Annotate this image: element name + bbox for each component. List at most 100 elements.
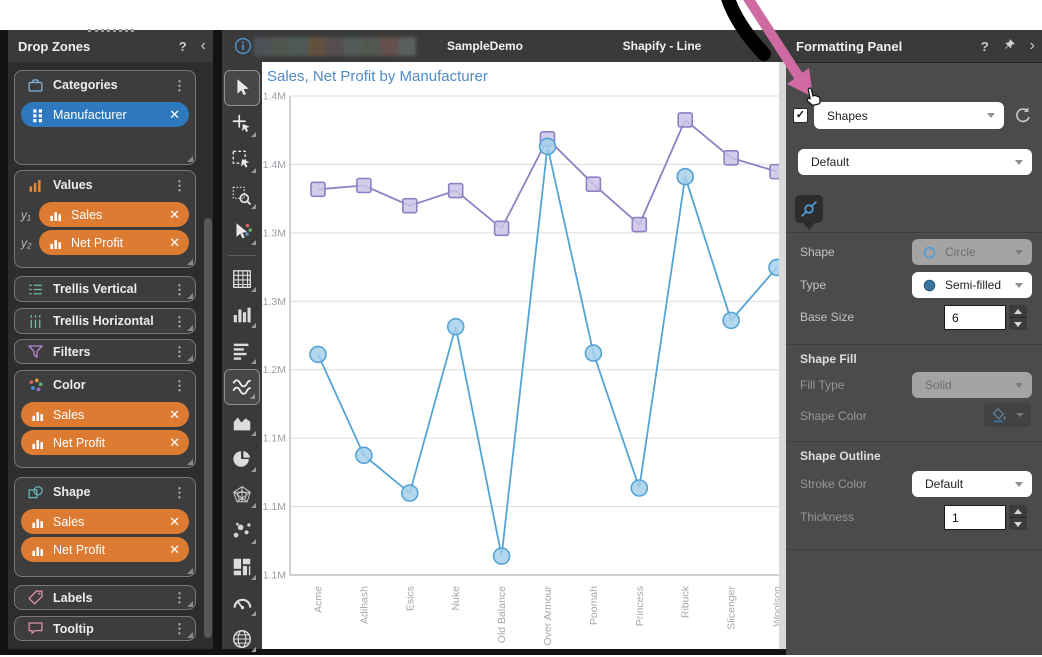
collapse-panel-icon[interactable]: ‹ <box>194 37 213 55</box>
fill-type-label: Fill Type <box>800 378 844 392</box>
remove-icon[interactable]: ✕ <box>165 107 180 123</box>
data-point[interactable] <box>311 182 325 196</box>
type-dropdown[interactable]: Semi-filled <box>912 272 1032 298</box>
data-point[interactable] <box>403 199 417 213</box>
data-point[interactable] <box>723 312 739 328</box>
gauge-tool[interactable] <box>224 585 260 621</box>
data-point[interactable] <box>494 548 510 564</box>
zone-menu-icon[interactable]: ⋮ <box>170 81 189 90</box>
trellis-vertical-icon <box>27 281 44 298</box>
zone-menu-icon[interactable]: ⋮ <box>170 488 189 497</box>
data-point[interactable] <box>585 345 601 361</box>
reset-icon[interactable] <box>1013 106 1032 125</box>
data-point[interactable] <box>677 169 693 185</box>
zone-menu-icon[interactable]: ⋮ <box>170 593 189 602</box>
data-point[interactable] <box>356 447 372 463</box>
chip-net-profit[interactable]: Net Profit✕ <box>39 230 189 255</box>
data-point[interactable] <box>449 184 463 198</box>
data-point[interactable] <box>495 221 509 235</box>
highlight-select-tool[interactable] <box>224 214 260 250</box>
remove-icon[interactable]: ✕ <box>165 514 180 530</box>
remove-icon[interactable]: ✕ <box>165 235 180 251</box>
data-point[interactable] <box>631 480 647 496</box>
treemap-tool[interactable] <box>224 549 260 585</box>
data-point[interactable] <box>586 177 600 191</box>
dropzone-trellis-vertical: Trellis Vertical⋮ <box>14 276 196 302</box>
x-axis-label: Slicenger <box>726 586 738 630</box>
column-chart-tool[interactable] <box>224 297 260 333</box>
chip-sales[interactable]: Sales✕ <box>21 402 189 427</box>
briefcase-icon <box>27 77 44 94</box>
select-tool[interactable] <box>224 70 260 106</box>
mini-bars-icon <box>30 514 46 530</box>
pie-chart-tool[interactable] <box>224 441 260 477</box>
chevron-down-icon <box>1015 482 1023 487</box>
chip-manufacturer[interactable]: Manufacturer✕ <box>21 102 189 127</box>
zone-menu-icon[interactable]: ⋮ <box>170 181 189 190</box>
zone-menu-icon[interactable]: ⋮ <box>170 381 189 390</box>
app-window: Drop Zones ? ‹ Categories⋮Manufacturer✕V… <box>0 0 1042 655</box>
pin-icon[interactable] <box>996 38 1023 54</box>
drop-zones-scrollbar[interactable] <box>204 218 212 638</box>
data-point[interactable] <box>724 151 738 165</box>
shapes-tab[interactable] <box>795 195 823 223</box>
chip-sales[interactable]: Sales✕ <box>21 509 189 534</box>
data-point[interactable] <box>678 113 692 127</box>
mini-bars-icon <box>48 207 64 223</box>
base-size-stepper[interactable] <box>1009 305 1027 330</box>
redacted-swatch <box>362 37 380 56</box>
remove-icon[interactable]: ✕ <box>165 207 180 223</box>
help-icon[interactable]: ? <box>172 39 194 54</box>
base-size-input[interactable] <box>944 305 1006 330</box>
chip-net-profit[interactable]: Net Profit✕ <box>21 537 189 562</box>
stepper-down-icon[interactable] <box>1009 318 1027 330</box>
thickness-stepper[interactable] <box>1009 505 1027 530</box>
drop-zones-panel: Drop Zones ? ‹ Categories⋮Manufacturer✕V… <box>8 30 213 649</box>
data-point[interactable] <box>632 218 646 232</box>
data-point[interactable] <box>402 485 418 501</box>
point-select-tool[interactable] <box>224 106 260 142</box>
chevron-down-icon <box>987 113 995 118</box>
zone-menu-icon[interactable]: ⋮ <box>170 347 189 356</box>
scatter-chart-tool[interactable] <box>224 513 260 549</box>
data-point[interactable] <box>448 319 464 335</box>
scope-dropdown[interactable]: Default <box>798 149 1032 175</box>
map-tool[interactable] <box>224 621 260 657</box>
remove-icon[interactable]: ✕ <box>165 435 180 451</box>
marquee-select-tool[interactable] <box>224 142 260 178</box>
zone-menu-icon[interactable]: ⋮ <box>170 317 189 326</box>
stepper-up-icon[interactable] <box>1009 505 1027 518</box>
data-point[interactable] <box>357 178 371 192</box>
radar-chart-tool[interactable] <box>224 477 260 513</box>
chart-scrollbar[interactable] <box>779 62 786 649</box>
component-dropdown[interactable]: Shapes <box>814 102 1004 129</box>
stepper-down-icon[interactable] <box>1009 518 1027 530</box>
remove-icon[interactable]: ✕ <box>165 407 180 423</box>
dropzone-color: Color⋮Sales✕Net Profit✕ <box>14 370 196 468</box>
zoom-select-tool[interactable] <box>224 178 260 214</box>
thickness-input[interactable] <box>944 505 1006 530</box>
info-icon[interactable] <box>234 37 252 60</box>
zone-menu-icon[interactable]: ⋮ <box>170 285 189 294</box>
chip-net-profit[interactable]: Net Profit✕ <box>21 430 189 455</box>
panel-resize-grip[interactable] <box>88 29 134 32</box>
help-icon[interactable]: ? <box>974 39 996 54</box>
zone-menu-icon[interactable]: ⋮ <box>170 624 189 633</box>
chip-sales[interactable]: Sales✕ <box>39 202 189 227</box>
data-point[interactable] <box>310 346 326 362</box>
grid-view-tool[interactable] <box>224 261 260 297</box>
area-chart-tool[interactable] <box>224 405 260 441</box>
x-axis-label: Over Armour <box>542 585 554 645</box>
stepper-up-icon[interactable] <box>1009 305 1027 318</box>
row-chart-tool[interactable] <box>224 333 260 369</box>
type-label: Type <box>800 278 826 292</box>
collapse-panel-icon[interactable]: › <box>1023 37 1042 55</box>
shapes-enable-checkbox[interactable]: ✓ <box>793 108 808 123</box>
dropzone-tooltip: Tooltip⋮ <box>14 616 196 641</box>
stroke-color-dropdown[interactable]: Default <box>912 471 1032 497</box>
dropzone-filters: Filters⋮ <box>14 339 196 364</box>
formatting-panel-header: Formatting Panel ? › <box>786 30 1042 63</box>
line-chart-tool[interactable] <box>224 369 260 405</box>
remove-icon[interactable]: ✕ <box>165 542 180 558</box>
data-point[interactable] <box>540 138 556 154</box>
